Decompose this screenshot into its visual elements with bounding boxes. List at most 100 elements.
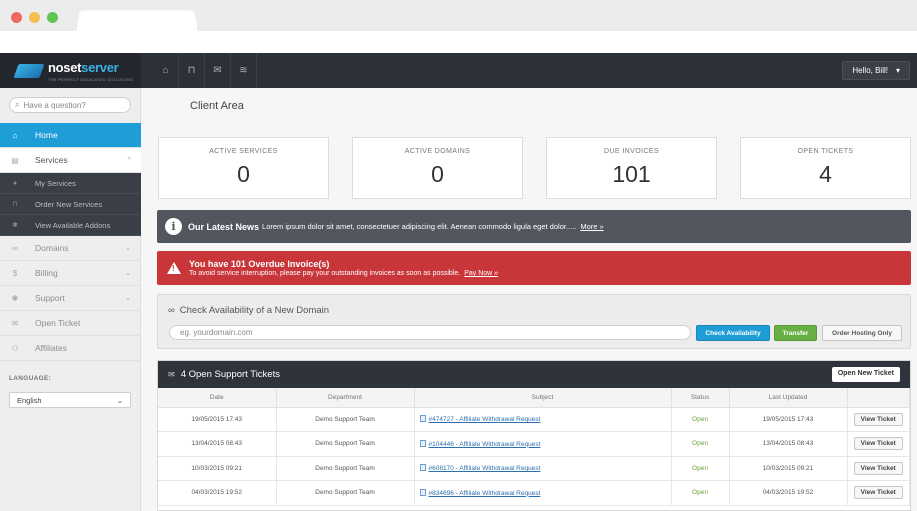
ticket-subject-link[interactable]: #104446 - Affiliate Withdrawal Request: [429, 441, 541, 448]
news-title: Our Latest News: [188, 221, 260, 232]
col-subject[interactable]: Subject: [414, 388, 672, 408]
view-ticket-button[interactable]: View Ticket: [853, 412, 903, 426]
search-placeholder: Have a question?: [23, 100, 86, 110]
open-new-ticket-button[interactable]: Open New Ticket: [831, 367, 900, 382]
document-icon: [419, 439, 426, 447]
logo-wordmark: nosetserver THE PERFECT DEDICATED SOLUTI…: [48, 59, 133, 82]
wifi-icon[interactable]: ≋: [231, 53, 257, 88]
stat-open-tickets[interactable]: OPEN TICKETS 4: [740, 137, 911, 199]
news-more-link[interactable]: More »: [580, 222, 603, 231]
home-icon[interactable]: ⌂: [153, 53, 179, 88]
cell-status: Open: [671, 456, 730, 481]
domain-panel-title: ∞ Check Availability of a New Domain: [168, 305, 329, 316]
domain-check-panel: ∞ Check Availability of a New Domain eg.…: [157, 294, 911, 349]
stat-value: 0: [431, 161, 444, 187]
transfer-button[interactable]: Transfer: [774, 325, 817, 341]
sidebar-item-home[interactable]: ⌂ Home: [0, 123, 141, 148]
sidebar-item-label: View Available Addons: [35, 220, 111, 230]
chevron-down-icon: ⌄: [125, 245, 131, 252]
stat-label: ACTIVE SERVICES: [209, 148, 278, 155]
col-action: [847, 388, 910, 408]
language-select[interactable]: English ⌄: [9, 392, 131, 408]
col-last-updated[interactable]: Last Updated: [729, 388, 848, 408]
stat-label: OPEN TICKETS: [797, 148, 854, 155]
browser-tab[interactable]: [76, 10, 198, 33]
sidebar-nav: ⌂ Home ▤ Services ^ ● My Services ⊓ Orde…: [0, 123, 141, 361]
cell-subject: #834696 - Affiliate Withdrawal Request: [414, 480, 672, 506]
table-row[interactable]: 04/03/2015 19:52 Demo Support Team #8346…: [158, 480, 910, 506]
cell-department: Demo Support Team: [276, 407, 415, 432]
logo-tagline: THE PERFECT DEDICATED SOLUTIONS: [48, 77, 134, 82]
cell-last-updated: 10/03/2015 09:21: [729, 456, 848, 481]
basket-icon: ⊓: [12, 201, 18, 208]
cell-subject: #474727 - Affiliate Withdrawal Request: [414, 407, 672, 432]
stat-due-invoices[interactable]: DUE INVOICES 101: [546, 137, 717, 199]
sidebar-item-billing[interactable]: $ Billing ⌄: [0, 261, 141, 286]
sidebar-item-affiliates[interactable]: ⚇ Affiliates: [0, 336, 141, 361]
news-banner: i Our Latest News Lorem ipsum dolor sit …: [157, 210, 911, 243]
dollar-icon: $: [12, 268, 18, 278]
logo[interactable]: nosetserver THE PERFECT DEDICATED SOLUTI…: [0, 53, 141, 88]
table-row[interactable]: 10/03/2015 09:21 Demo Support Team #6081…: [158, 456, 910, 481]
sidebar-item-label: Support: [35, 293, 65, 303]
col-status[interactable]: Status: [671, 388, 730, 408]
document-icon: [419, 415, 426, 423]
pay-now-link[interactable]: Pay Now »: [464, 270, 498, 277]
sidebar-item-domains[interactable]: ∞ Domains ⌄: [0, 236, 141, 261]
top-navbar: nosetserver THE PERFECT DEDICATED SOLUTI…: [0, 53, 917, 88]
table-row[interactable]: 13/04/2015 08:43 Demo Support Team #1044…: [158, 431, 910, 457]
user-menu-button[interactable]: Hello, Bill! ▾: [842, 61, 910, 80]
envelope-icon[interactable]: ✉: [205, 53, 231, 88]
stat-value: 4: [819, 161, 832, 187]
check-availability-button[interactable]: Check Availability: [696, 325, 770, 341]
table-row[interactable]: 19/05/2015 17:43 Demo Support Team #4747…: [158, 407, 910, 432]
sidebar-item-label: Billing: [35, 268, 58, 278]
tickets-panel: ✉ 4 Open Support Tickets Open New Ticket…: [157, 360, 911, 511]
maximize-window-button[interactable]: [47, 12, 58, 23]
sidebar-search-input[interactable]: ⌕ Have a question?: [9, 97, 131, 113]
col-department[interactable]: Department: [276, 388, 415, 408]
sidebar-item-support[interactable]: ✱ Support ⌄: [0, 286, 141, 311]
document-icon: [419, 488, 426, 496]
overdue-alert: ! You have 101 Overdue Invoice(s) To avo…: [157, 251, 911, 285]
domain-input[interactable]: eg. yourdomain.com: [169, 325, 691, 340]
ticket-subject-link[interactable]: #608170 - Affiliate Withdrawal Request: [429, 465, 541, 472]
sidebar-item-label: Affiliates: [35, 343, 67, 353]
sidebar-item-label: Home: [35, 130, 58, 140]
basket-icon[interactable]: ⊓: [179, 53, 205, 88]
view-ticket-button[interactable]: View Ticket: [853, 437, 903, 451]
sidebar-item-services[interactable]: ▤ Services ^: [0, 148, 141, 173]
sidebar-subitem-my-services[interactable]: ● My Services: [0, 173, 141, 194]
close-window-button[interactable]: [11, 12, 22, 23]
info-icon: i: [165, 218, 182, 235]
minimize-window-button[interactable]: [29, 12, 40, 23]
sidebar-subitem-order-new-services[interactable]: ⊓ Order New Services: [0, 194, 141, 215]
alert-body: You have 101 Overdue Invoice(s) To avoid…: [189, 259, 498, 277]
tickets-title: 4 Open Support Tickets: [180, 369, 280, 380]
view-ticket-button[interactable]: View Ticket: [853, 461, 903, 475]
binoculars-icon: ∞: [12, 243, 18, 253]
gear-icon: ✱: [11, 293, 19, 303]
ticket-subject-link[interactable]: #474727 - Affiliate Withdrawal Request: [429, 416, 541, 423]
cell-department: Demo Support Team: [276, 480, 415, 506]
group-icon: ⚇: [11, 343, 19, 353]
stat-active-domains[interactable]: ACTIVE DOMAINS 0: [352, 137, 523, 199]
stat-active-services[interactable]: ACTIVE SERVICES 0: [158, 137, 329, 199]
col-date[interactable]: Date: [158, 388, 277, 408]
stat-label: DUE INVOICES: [604, 148, 659, 155]
cell-action: View Ticket: [847, 431, 910, 457]
cell-date: 19/05/2015 17:43: [158, 407, 277, 432]
sidebar-item-label: Open Ticket: [35, 318, 81, 328]
language-value: English: [17, 396, 42, 405]
cell-subject: #104446 - Affiliate Withdrawal Request: [414, 431, 672, 457]
sidebar-item-open-ticket[interactable]: ✉ Open Ticket: [0, 311, 141, 336]
page-title: Client Area: [190, 100, 244, 112]
view-ticket-button[interactable]: View Ticket: [853, 486, 903, 500]
logo-text-bold: server: [81, 60, 119, 75]
sidebar-subitem-view-addons[interactable]: ✱ View Available Addons: [0, 215, 141, 236]
order-hosting-button[interactable]: Order Hosting Only: [822, 325, 902, 341]
ticket-subject-link[interactable]: #834696 - Affiliate Withdrawal Request: [429, 490, 541, 497]
top-icon-bar: ⌂ ⊓ ✉ ≋: [153, 53, 257, 88]
warning-icon-glyph: !: [172, 264, 175, 273]
binoculars-icon: ∞: [168, 305, 175, 316]
